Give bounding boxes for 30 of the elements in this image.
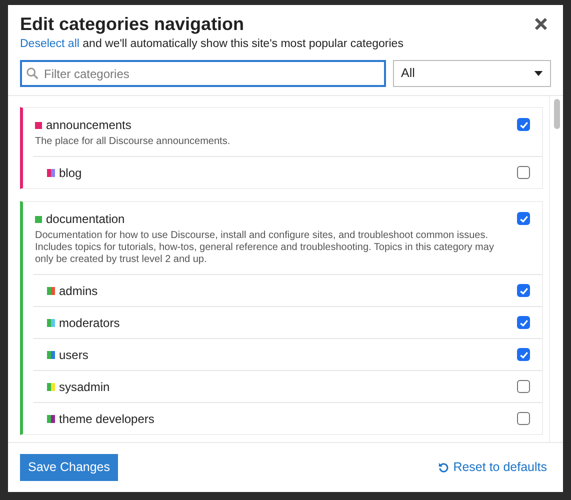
dialog-title: Edit categories navigation: [20, 13, 244, 35]
checkbox[interactable]: [517, 118, 530, 132]
category-description: Documentation for how to use Discourse, install and configure sites, and troubleshoot common issues. Includes topics for tutorials, how-tos, general reference and troubleshooting. Topics in this category may only be created by trust level 2 and up.: [35, 230, 495, 266]
save-changes-button[interactable]: Save Changes: [20, 454, 118, 481]
checkbox[interactable]: [517, 284, 530, 298]
reset-to-defaults-button[interactable]: Reset to defaults: [438, 458, 547, 477]
subcategory-name: admins: [59, 282, 98, 300]
filter-field[interactable]: Filter categories: [20, 60, 386, 88]
caret-icon: [534, 71, 543, 76]
subcategory-name: users: [59, 346, 88, 364]
subcategory-name: theme developers: [59, 410, 154, 428]
subcategory-name: blog: [59, 164, 82, 182]
search-icon: [26, 67, 39, 80]
subcategory-name: sysadmin: [59, 378, 110, 396]
dialog-hint: Deselect all and we'll automatically show this site's most popular categories: [20, 37, 404, 52]
deselect-all-link[interactable]: Deselect all: [20, 38, 80, 50]
checkbox[interactable]: [517, 316, 530, 330]
category-name: announcements: [46, 117, 132, 134]
scrollbar[interactable]: [549, 96, 563, 442]
close-icon[interactable]: [533, 16, 549, 32]
checkbox[interactable]: [517, 348, 530, 362]
category-description: The place for all Discourse announcements.: [35, 136, 232, 148]
reset-icon: [438, 462, 450, 473]
checkbox[interactable]: [517, 412, 530, 426]
checkbox[interactable]: [517, 212, 530, 226]
subcategory-name: moderators: [59, 314, 120, 332]
checkbox[interactable]: [517, 166, 530, 180]
scope-select[interactable]: All: [393, 60, 551, 88]
category-name: documentation: [46, 211, 125, 228]
checkbox[interactable]: [517, 380, 530, 394]
